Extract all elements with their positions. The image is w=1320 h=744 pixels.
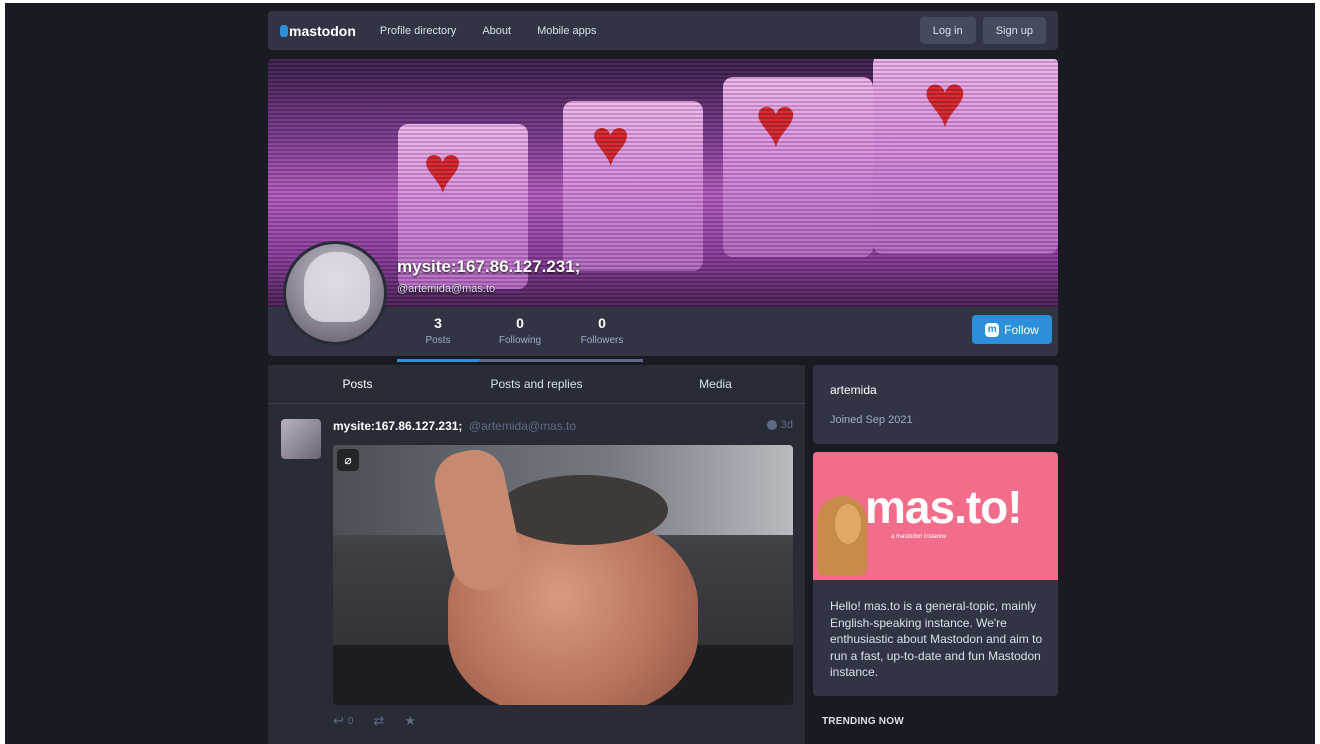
stat-posts-count: 3 [434,315,442,331]
profile-display-name: mysite:167.86.127.231; [397,257,581,276]
status-media-gif[interactable]: ⌀ [333,445,793,705]
nav-profile-directory[interactable]: Profile directory [380,25,456,37]
status-post[interactable]: mysite:167.86.127.231; @artemida@mas.to … [268,405,805,744]
favourite-button[interactable]: ★ [404,713,416,729]
login-button[interactable]: Log in [919,17,976,44]
stat-followers-indicator [561,359,643,362]
window-frame-right [1315,0,1320,744]
status-handle[interactable]: @artemida@mas.to [469,419,576,433]
media-hair [498,475,668,545]
stat-followers[interactable]: 0 Followers [561,315,643,362]
profile-stats-bar: 3 Posts 0 Following 0 Followers [268,307,1058,362]
mastodon-logo[interactable]: mastodon [280,23,356,39]
stat-following-indicator [479,359,561,362]
reply-count: 0 [347,715,354,727]
reply-button[interactable]: ↩ 0 [333,713,353,729]
timeline-tabs: Posts Posts and replies Media [268,365,805,404]
boost-icon: ⇄ [373,713,385,728]
boost-button[interactable]: ⇄ [373,713,384,729]
status-timestamp[interactable]: 3d [766,419,793,431]
account-about-card: artemida Joined Sep 2021 [813,365,1058,444]
tab-media[interactable]: Media [626,365,805,403]
keycap-image: ♥ [723,77,873,257]
eye-slash-icon[interactable]: ⌀ [337,449,359,471]
trending-heading: TRENDING NOW [822,716,904,727]
globe-icon [766,420,777,430]
window-frame-left [0,0,5,744]
signup-button[interactable]: Sign up [982,17,1046,44]
tab-posts[interactable]: Posts [268,365,447,403]
follow-button[interactable]: m Follow [972,315,1052,344]
joined-date: Joined Sep 2021 [830,414,913,426]
stat-posts-indicator [397,359,479,362]
stat-followers-count: 0 [598,315,606,331]
heart-icon: ♥ [591,105,631,179]
server-description: Hello! mas.to is a general-topic, mainly… [830,599,1043,679]
window-frame-top [0,0,1320,3]
stat-posts[interactable]: 3 Posts [397,315,479,362]
heart-icon: ♥ [755,83,797,161]
avatar-illustration [304,252,370,322]
stat-following-count: 0 [516,315,524,331]
mastodon-icon: m [985,322,1000,337]
heart-icon: ♥ [923,59,967,142]
status-action-bar: ↩ 0 ⇄ ★ [333,713,436,729]
keycap-image: ♥ [563,101,703,271]
account-timeline: Posts Posts and replies Media mysite:167… [268,365,805,744]
status-time-text: 3d [780,419,793,431]
stat-followers-label: Followers [580,335,624,346]
follow-button-label: Follow [1004,322,1039,337]
account-name: artemida [830,383,877,397]
status-display-name[interactable]: mysite:167.86.127.231; [333,419,462,433]
stat-posts-label: Posts [425,335,451,346]
keycap-image: ♥ [873,59,1058,254]
profile-avatar[interactable] [283,241,387,345]
server-subtitle: a mastodon instance [891,534,947,540]
star-icon: ★ [404,713,417,728]
stat-following-label: Following [498,335,542,346]
nav-about[interactable]: About [482,25,511,37]
server-hero-banner: mas.to! a mastodon instance [813,452,1058,580]
profile-cover-image: ♥ ♥ ♥ ♥ mysite:167.86.127.231; @artemida… [268,59,1058,307]
server-title: mas.to! [865,481,1023,533]
stat-following[interactable]: 0 Following [479,315,561,362]
logo-text: mastodon [289,22,356,39]
server-info-card: mas.to! a mastodon instance Hello! mas.t… [813,452,1058,696]
mastodon-logo-icon [280,24,288,37]
tab-posts-and-replies[interactable]: Posts and replies [447,365,626,403]
reply-icon: ↩ [333,713,344,728]
nav-mobile-apps[interactable]: Mobile apps [537,25,596,37]
status-avatar[interactable] [281,419,321,459]
profile-handle: @artemida@mas.to [397,283,496,295]
heart-icon: ♥ [423,132,463,206]
mammoth-mascot-icon [817,496,867,576]
top-navigation-bar: mastodon Profile directory About Mobile … [268,11,1058,50]
